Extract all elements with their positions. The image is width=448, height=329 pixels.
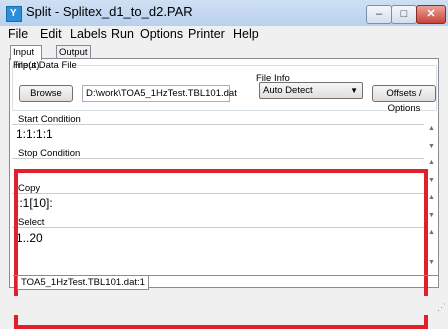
stop-condition-divider [12,158,424,159]
start-condition-divider [12,124,424,125]
tab-output-file[interactable]: Output File [56,45,91,71]
title-bar[interactable]: Y Split - Splitex_d1_to_d2.PAR – □ ✕ [0,0,448,26]
scroll-down-icon[interactable]: ▼ [427,143,436,150]
split-app-icon: Y [6,6,22,22]
menu-help[interactable]: Help [233,27,259,41]
start-condition-input[interactable]: 1:1:1:1 [16,127,53,141]
menu-edit[interactable]: Edit [40,27,62,41]
file-format-value: Auto Detect [263,85,313,96]
stop-condition-scrollbar[interactable]: ▲ ▼ [427,159,436,187]
app-window: Y Split - Splitex_d1_to_d2.PAR – □ ✕ Fil… [0,0,448,329]
tab-input-files[interactable]: Input File(s) [10,45,43,71]
browse-button[interactable]: Browse [19,85,73,102]
copy-scrollbar[interactable]: ▲ ▼ [427,194,436,222]
menu-options[interactable]: Options [140,27,183,41]
start-condition-scrollbar[interactable]: ▲ ▼ [427,125,436,153]
close-icon: ✕ [426,8,436,20]
menu-labels[interactable]: Labels [70,27,107,41]
menu-file[interactable]: File [8,27,28,41]
select-scrollbar[interactable]: ▲ ▼ [427,229,436,269]
menu-run[interactable]: Run [111,27,134,41]
scroll-up-icon[interactable]: ▲ [427,194,436,201]
maximize-icon: □ [400,8,408,20]
chevron-down-icon: ▼ [350,86,358,95]
input-files-panel: Input Data File Browse D:\work\TOA5_1HzT… [9,58,439,329]
window-title: Split - Splitex_d1_to_d2.PAR [26,4,193,19]
scroll-down-icon[interactable]: ▼ [427,259,436,266]
menu-bar: File Edit Labels Run Options Printer Hel… [0,26,448,44]
menu-printer[interactable]: Printer [188,27,225,41]
resize-grip-icon[interactable]: ⋰ [437,302,446,313]
scroll-down-icon[interactable]: ▼ [427,177,436,184]
status-bar: ⋰ [0,296,448,315]
tab-data-file[interactable]: TOA5_1HzTest.TBL101.dat:1 [17,276,149,290]
minimize-icon: – [375,8,383,20]
file-format-dropdown[interactable]: Auto Detect ▼ [259,82,363,99]
offsets-options-button[interactable]: Offsets / Options [372,85,436,114]
input-path-field[interactable]: D:\work\TOA5_1HzTest.TBL101.dat [82,85,237,102]
scroll-down-icon[interactable]: ▼ [427,212,436,219]
close-button[interactable]: ✕ [416,5,446,24]
scroll-up-icon[interactable]: ▲ [427,159,436,166]
scroll-up-icon[interactable]: ▲ [427,125,436,132]
data-file-tabs: TOA5_1HzTest.TBL101.dat:1 [13,275,438,292]
scroll-up-icon[interactable]: ▲ [427,229,436,236]
minimize-button[interactable]: – [366,5,392,24]
maximize-button[interactable]: □ [391,5,417,24]
